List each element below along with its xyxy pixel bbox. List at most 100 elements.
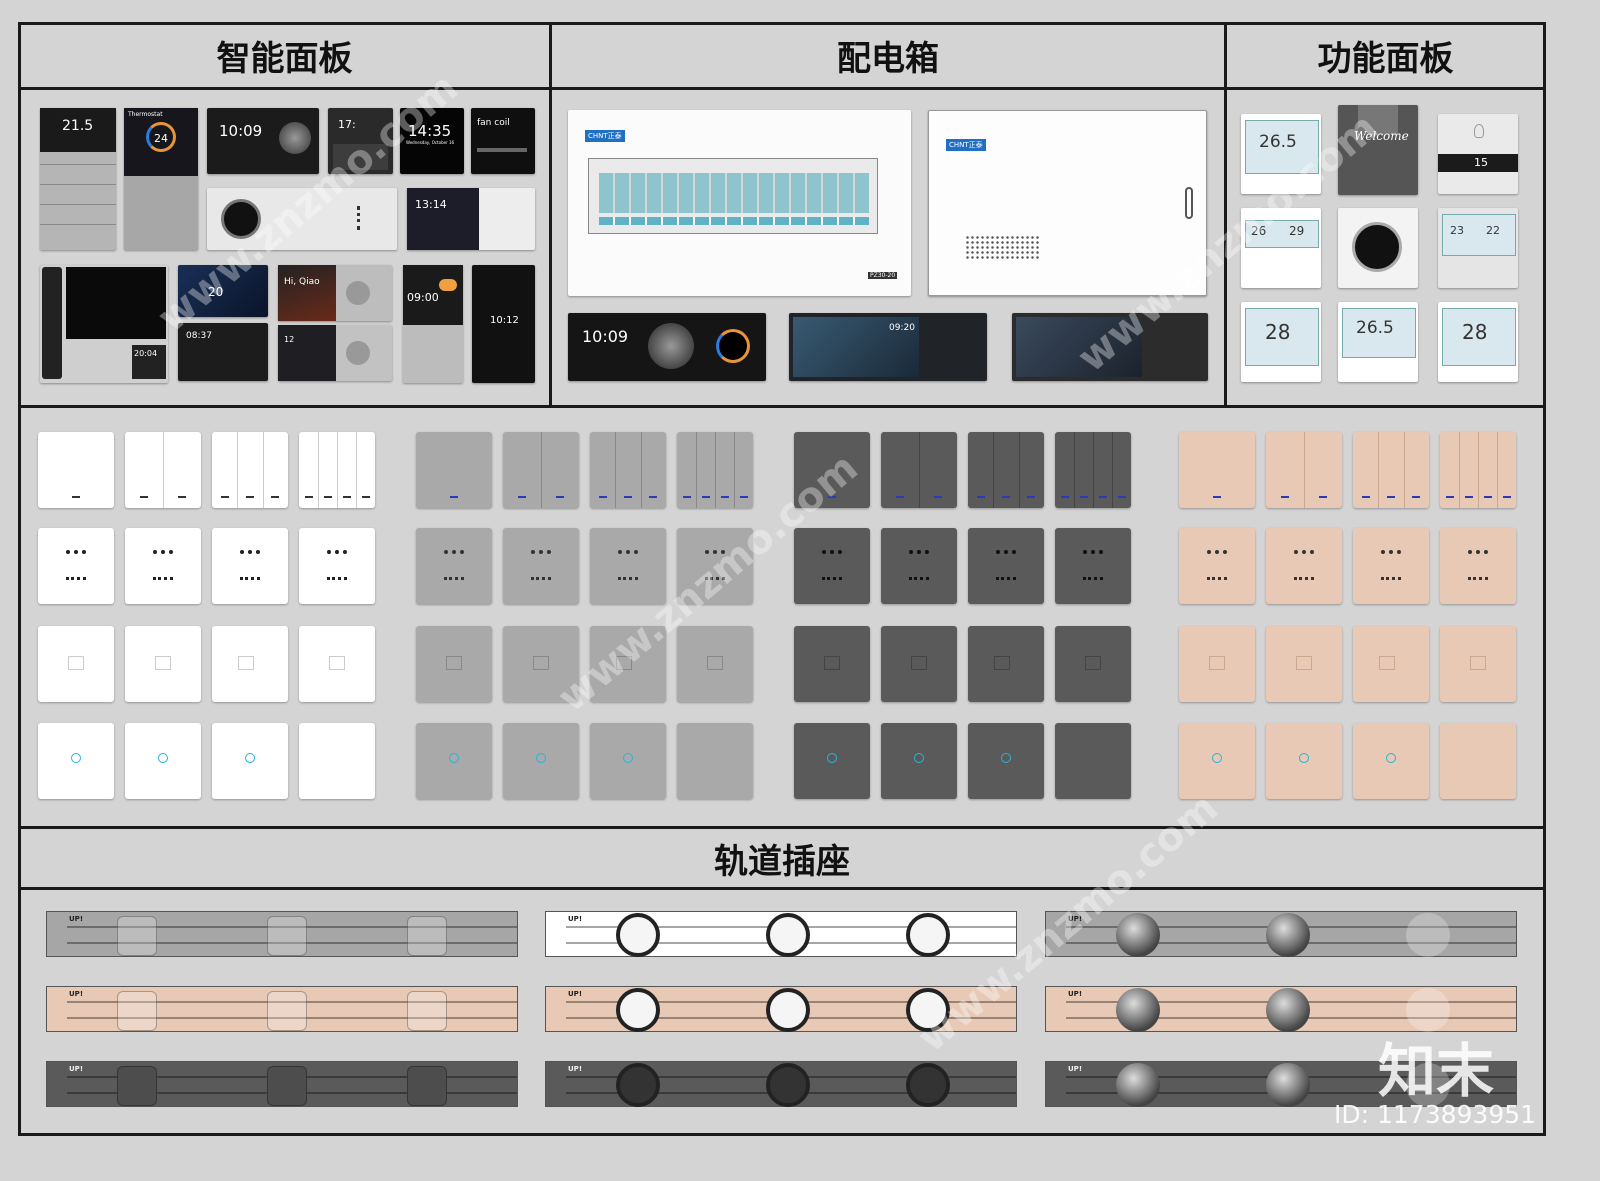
combo-socket-champagne[interactable] — [1353, 626, 1429, 702]
track-socket-adapter[interactable] — [407, 916, 447, 956]
combo-socket-champagne[interactable] — [1179, 626, 1255, 702]
socket-white[interactable] — [299, 528, 375, 604]
rocker-switch-champagne[interactable] — [1353, 432, 1429, 508]
touch-switch-light-gray[interactable] — [590, 723, 666, 799]
rocker-switch-light-gray[interactable] — [590, 432, 666, 508]
indicator-icon — [1098, 496, 1107, 498]
panel-screen — [1016, 317, 1142, 377]
touch-switch-dark-gray[interactable] — [881, 723, 957, 799]
touch-switch-dark-gray[interactable] — [1055, 723, 1131, 799]
combo-socket-dark-gray[interactable] — [1055, 626, 1131, 702]
rocker-switch-champagne[interactable] — [1266, 432, 1342, 508]
touch-switch-white[interactable] — [299, 723, 375, 799]
round-socket-adapter[interactable] — [766, 913, 810, 957]
socket-white[interactable] — [38, 528, 114, 604]
socket-light-gray[interactable] — [677, 528, 753, 604]
rocker-switch-dark-gray[interactable] — [968, 432, 1044, 508]
rocker-switch-white[interactable] — [38, 432, 114, 508]
touch-switch-white[interactable] — [212, 723, 288, 799]
combo-socket-champagne[interactable] — [1266, 626, 1342, 702]
indicator-icon — [1213, 496, 1221, 498]
track-rail: UP! — [46, 911, 518, 957]
combo-socket-dark-gray[interactable] — [968, 626, 1044, 702]
socket-champagne[interactable] — [1179, 528, 1255, 604]
metal-knob-adapter[interactable] — [1116, 988, 1160, 1032]
rocker-switch-champagne[interactable] — [1440, 432, 1516, 508]
rocker-switch-light-gray[interactable] — [503, 432, 579, 508]
socket-light-gray[interactable] — [416, 528, 492, 604]
indicator-icon — [682, 496, 691, 498]
track-socket-adapter[interactable] — [267, 991, 307, 1031]
round-socket-adapter[interactable] — [766, 1063, 810, 1107]
track-socket-adapter[interactable] — [407, 1066, 447, 1106]
socket-white[interactable] — [212, 528, 288, 604]
touch-switch-dark-gray[interactable] — [794, 723, 870, 799]
rocker-switch-dark-gray[interactable] — [881, 432, 957, 508]
combo-socket-dark-gray[interactable] — [881, 626, 957, 702]
socket-dark-gray[interactable] — [794, 528, 870, 604]
touch-switch-champagne[interactable] — [1353, 723, 1429, 799]
combo-socket-light-gray[interactable] — [503, 626, 579, 702]
track-socket-adapter[interactable] — [407, 991, 447, 1031]
touch-switch-light-gray[interactable] — [503, 723, 579, 799]
rocker-switch-light-gray[interactable] — [677, 432, 753, 508]
metal-knob-adapter[interactable] — [1116, 1063, 1160, 1107]
combo-socket-light-gray[interactable] — [416, 626, 492, 702]
combo-socket-champagne[interactable] — [1440, 626, 1516, 702]
socket-dark-gray[interactable] — [968, 528, 1044, 604]
track-socket-adapter[interactable] — [267, 1066, 307, 1106]
rocker-switch-champagne[interactable] — [1179, 432, 1255, 508]
round-socket-adapter[interactable] — [906, 988, 950, 1032]
combo-socket-white[interactable] — [125, 626, 201, 702]
socket-dark-gray[interactable] — [1055, 528, 1131, 604]
round-socket-adapter[interactable] — [616, 913, 660, 957]
touch-switch-champagne[interactable] — [1440, 723, 1516, 799]
panel-time: 09:00 — [407, 291, 439, 304]
track-socket-adapter[interactable] — [267, 916, 307, 956]
rocker-switch-light-gray[interactable] — [416, 432, 492, 508]
socket-light-gray[interactable] — [590, 528, 666, 604]
power-button-icon[interactable] — [117, 1066, 157, 1106]
metal-knob-adapter[interactable] — [1116, 913, 1160, 957]
rocker-switch-white[interactable] — [299, 432, 375, 508]
combo-socket-light-gray[interactable] — [590, 626, 666, 702]
track-socket-adapter[interactable] — [1406, 913, 1450, 957]
combo-socket-white[interactable] — [212, 626, 288, 702]
combo-socket-white[interactable] — [38, 626, 114, 702]
touch-switch-white[interactable] — [125, 723, 201, 799]
metal-knob-adapter[interactable] — [1266, 913, 1310, 957]
socket-dark-gray[interactable] — [881, 528, 957, 604]
touch-switch-champagne[interactable] — [1179, 723, 1255, 799]
touch-switch-white[interactable] — [38, 723, 114, 799]
rocker-switch-white[interactable] — [125, 432, 201, 508]
socket-champagne[interactable] — [1353, 528, 1429, 604]
socket-champagne[interactable] — [1266, 528, 1342, 604]
round-socket-adapter[interactable] — [766, 988, 810, 1032]
socket-white[interactable] — [125, 528, 201, 604]
power-button-icon[interactable] — [117, 916, 157, 956]
round-socket-adapter[interactable] — [616, 1063, 660, 1107]
socket-holes-icon — [705, 550, 725, 580]
round-socket-adapter[interactable] — [616, 988, 660, 1032]
touch-switch-light-gray[interactable] — [677, 723, 753, 799]
round-socket-adapter[interactable] — [906, 1063, 950, 1107]
power-button-icon[interactable] — [117, 991, 157, 1031]
rocker-switch-dark-gray[interactable] — [794, 432, 870, 508]
usb-socket-icon — [446, 656, 462, 670]
round-socket-adapter[interactable] — [906, 913, 950, 957]
touch-switch-champagne[interactable] — [1266, 723, 1342, 799]
touch-switch-dark-gray[interactable] — [968, 723, 1044, 799]
socket-light-gray[interactable] — [503, 528, 579, 604]
metal-knob-adapter[interactable] — [1266, 1063, 1310, 1107]
touch-switch-light-gray[interactable] — [416, 723, 492, 799]
socket-champagne[interactable] — [1440, 528, 1516, 604]
combo-socket-light-gray[interactable] — [677, 626, 753, 702]
bulb-icon — [1474, 124, 1484, 138]
gang-divider — [1112, 432, 1113, 508]
combo-socket-dark-gray[interactable] — [794, 626, 870, 702]
combo-socket-white[interactable] — [299, 626, 375, 702]
rocker-switch-dark-gray[interactable] — [1055, 432, 1131, 508]
thermostat-temp: 23 — [1450, 224, 1464, 237]
metal-knob-adapter[interactable] — [1266, 988, 1310, 1032]
rocker-switch-white[interactable] — [212, 432, 288, 508]
